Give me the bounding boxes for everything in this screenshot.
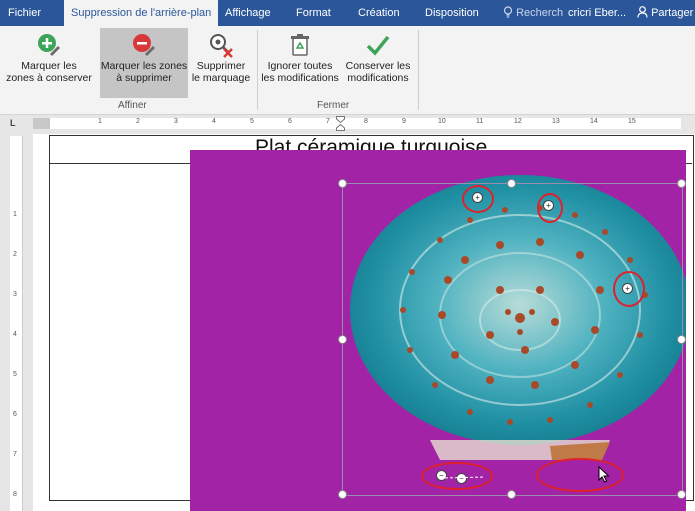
- resize-handle[interactable]: [338, 335, 347, 344]
- vertical-ruler[interactable]: 1 2 3 4 5 6 7 8: [10, 136, 23, 511]
- user-account[interactable]: cricri Eber...: [568, 0, 626, 26]
- ruler-number: 2: [136, 118, 140, 125]
- ruler-number: 13: [552, 118, 560, 125]
- search-placeholder: Recherch: [516, 7, 564, 19]
- mark-keep-line2: zones à conserver: [6, 72, 92, 84]
- tab-stop-selector-icon[interactable]: L: [10, 118, 16, 128]
- mark-remove-button[interactable]: Marquer les zones à supprimer: [100, 28, 188, 98]
- keep-mark-icon[interactable]: +: [622, 283, 633, 294]
- delete-mark-icon: [210, 34, 233, 58]
- discard-line1: Ignorer toutes: [267, 60, 333, 72]
- group-label-affiner: Affiner: [118, 100, 147, 111]
- delete-mark-line1: Supprimer: [196, 60, 246, 72]
- minus-pencil-icon: [133, 34, 155, 56]
- tab-affichage[interactable]: Affichage: [225, 0, 271, 26]
- ruler-margin: [33, 118, 50, 129]
- horizontal-ruler[interactable]: L 1 2 3 4 5 6 7 8 9 10 11 12 13 14 15: [0, 115, 695, 132]
- ruler-number: 1: [13, 211, 17, 218]
- annotation-circle: [536, 458, 624, 492]
- ruler-number: 4: [13, 331, 17, 338]
- resize-handle[interactable]: [507, 179, 516, 188]
- ruler-number: 8: [364, 118, 368, 125]
- group-separator: [418, 30, 419, 110]
- resize-handle[interactable]: [677, 490, 686, 499]
- resize-handle[interactable]: [677, 179, 686, 188]
- ruler-number: 14: [590, 118, 598, 125]
- mark-remove-line2: à supprimer: [116, 72, 172, 84]
- delete-mark-button[interactable]: Supprimer le marquage: [190, 28, 252, 98]
- keep-mark-icon[interactable]: +: [543, 200, 554, 211]
- mark-keep-button[interactable]: Marquer les zones à conserver: [2, 28, 96, 98]
- group-separator: [257, 30, 258, 110]
- resize-handle[interactable]: [507, 490, 516, 499]
- resize-handle[interactable]: [338, 179, 347, 188]
- ruler-number: 15: [628, 118, 636, 125]
- remove-mark-stroke: [445, 476, 485, 479]
- keep-mark-icon[interactable]: +: [472, 192, 483, 203]
- discard-line2: les modifications: [261, 72, 339, 84]
- ruler-number: 7: [326, 118, 330, 125]
- tab-format[interactable]: Format: [296, 0, 331, 26]
- discard-changes-button[interactable]: Ignorer toutes les modifications: [260, 28, 340, 98]
- tab-disposition[interactable]: Disposition: [425, 0, 479, 26]
- ruler-number: 7: [13, 451, 17, 458]
- keep-changes-line1: Conserver les: [345, 60, 411, 72]
- group-label-fermer: Fermer: [317, 100, 350, 111]
- ruler-number: 3: [13, 291, 17, 298]
- lightbulb-icon: [503, 6, 513, 18]
- ruler-number: 1: [98, 118, 102, 125]
- share-button[interactable]: Partager: [637, 0, 693, 26]
- keep-changes-line2: modifications: [347, 72, 409, 84]
- ribbon-tab-bar: Fichier Suppression de l'arrière-plan Af…: [0, 0, 695, 26]
- plus-pencil-icon: [38, 34, 60, 56]
- tab-suppression-arriere-plan[interactable]: Suppression de l'arrière-plan: [64, 0, 219, 26]
- ruler-number: 9: [402, 118, 406, 125]
- tab-creation[interactable]: Création: [358, 0, 400, 26]
- ruler-number: 5: [250, 118, 254, 125]
- indent-marker-icon[interactable]: [336, 116, 345, 131]
- ruler-number: 12: [514, 118, 522, 125]
- checkmark-icon: [366, 35, 390, 56]
- keep-changes-button[interactable]: Conserver les modifications: [342, 28, 414, 98]
- resize-handle[interactable]: [677, 335, 686, 344]
- ruler-number: 2: [13, 251, 17, 258]
- delete-mark-line2: le marquage: [191, 72, 251, 84]
- ruler-number: 6: [13, 411, 17, 418]
- mark-keep-line1: Marquer les: [21, 60, 77, 72]
- recycle-bin-icon: [291, 34, 309, 56]
- ruler-number: 4: [212, 118, 216, 125]
- ruler-number: 6: [288, 118, 292, 125]
- ruler-number: 8: [13, 491, 17, 498]
- ruler-number: 10: [438, 118, 446, 125]
- ribbon-panel: Marquer les zones à conserver Marquer le…: [0, 26, 695, 115]
- resize-handle[interactable]: [338, 490, 347, 499]
- tell-me-search[interactable]: Recherch: [503, 0, 563, 26]
- mark-remove-line1: Marquer les zones: [100, 60, 188, 72]
- share-label: Partager: [651, 7, 694, 19]
- ruler-number: 5: [13, 371, 17, 378]
- person-icon: [637, 6, 648, 18]
- ruler-text-area: [33, 118, 681, 129]
- ruler-number: 3: [174, 118, 178, 125]
- mouse-cursor-icon: [598, 466, 610, 483]
- background-removal-selection-box[interactable]: [342, 183, 683, 496]
- ruler-number: 11: [476, 118, 484, 125]
- tab-fichier[interactable]: Fichier: [8, 0, 41, 26]
